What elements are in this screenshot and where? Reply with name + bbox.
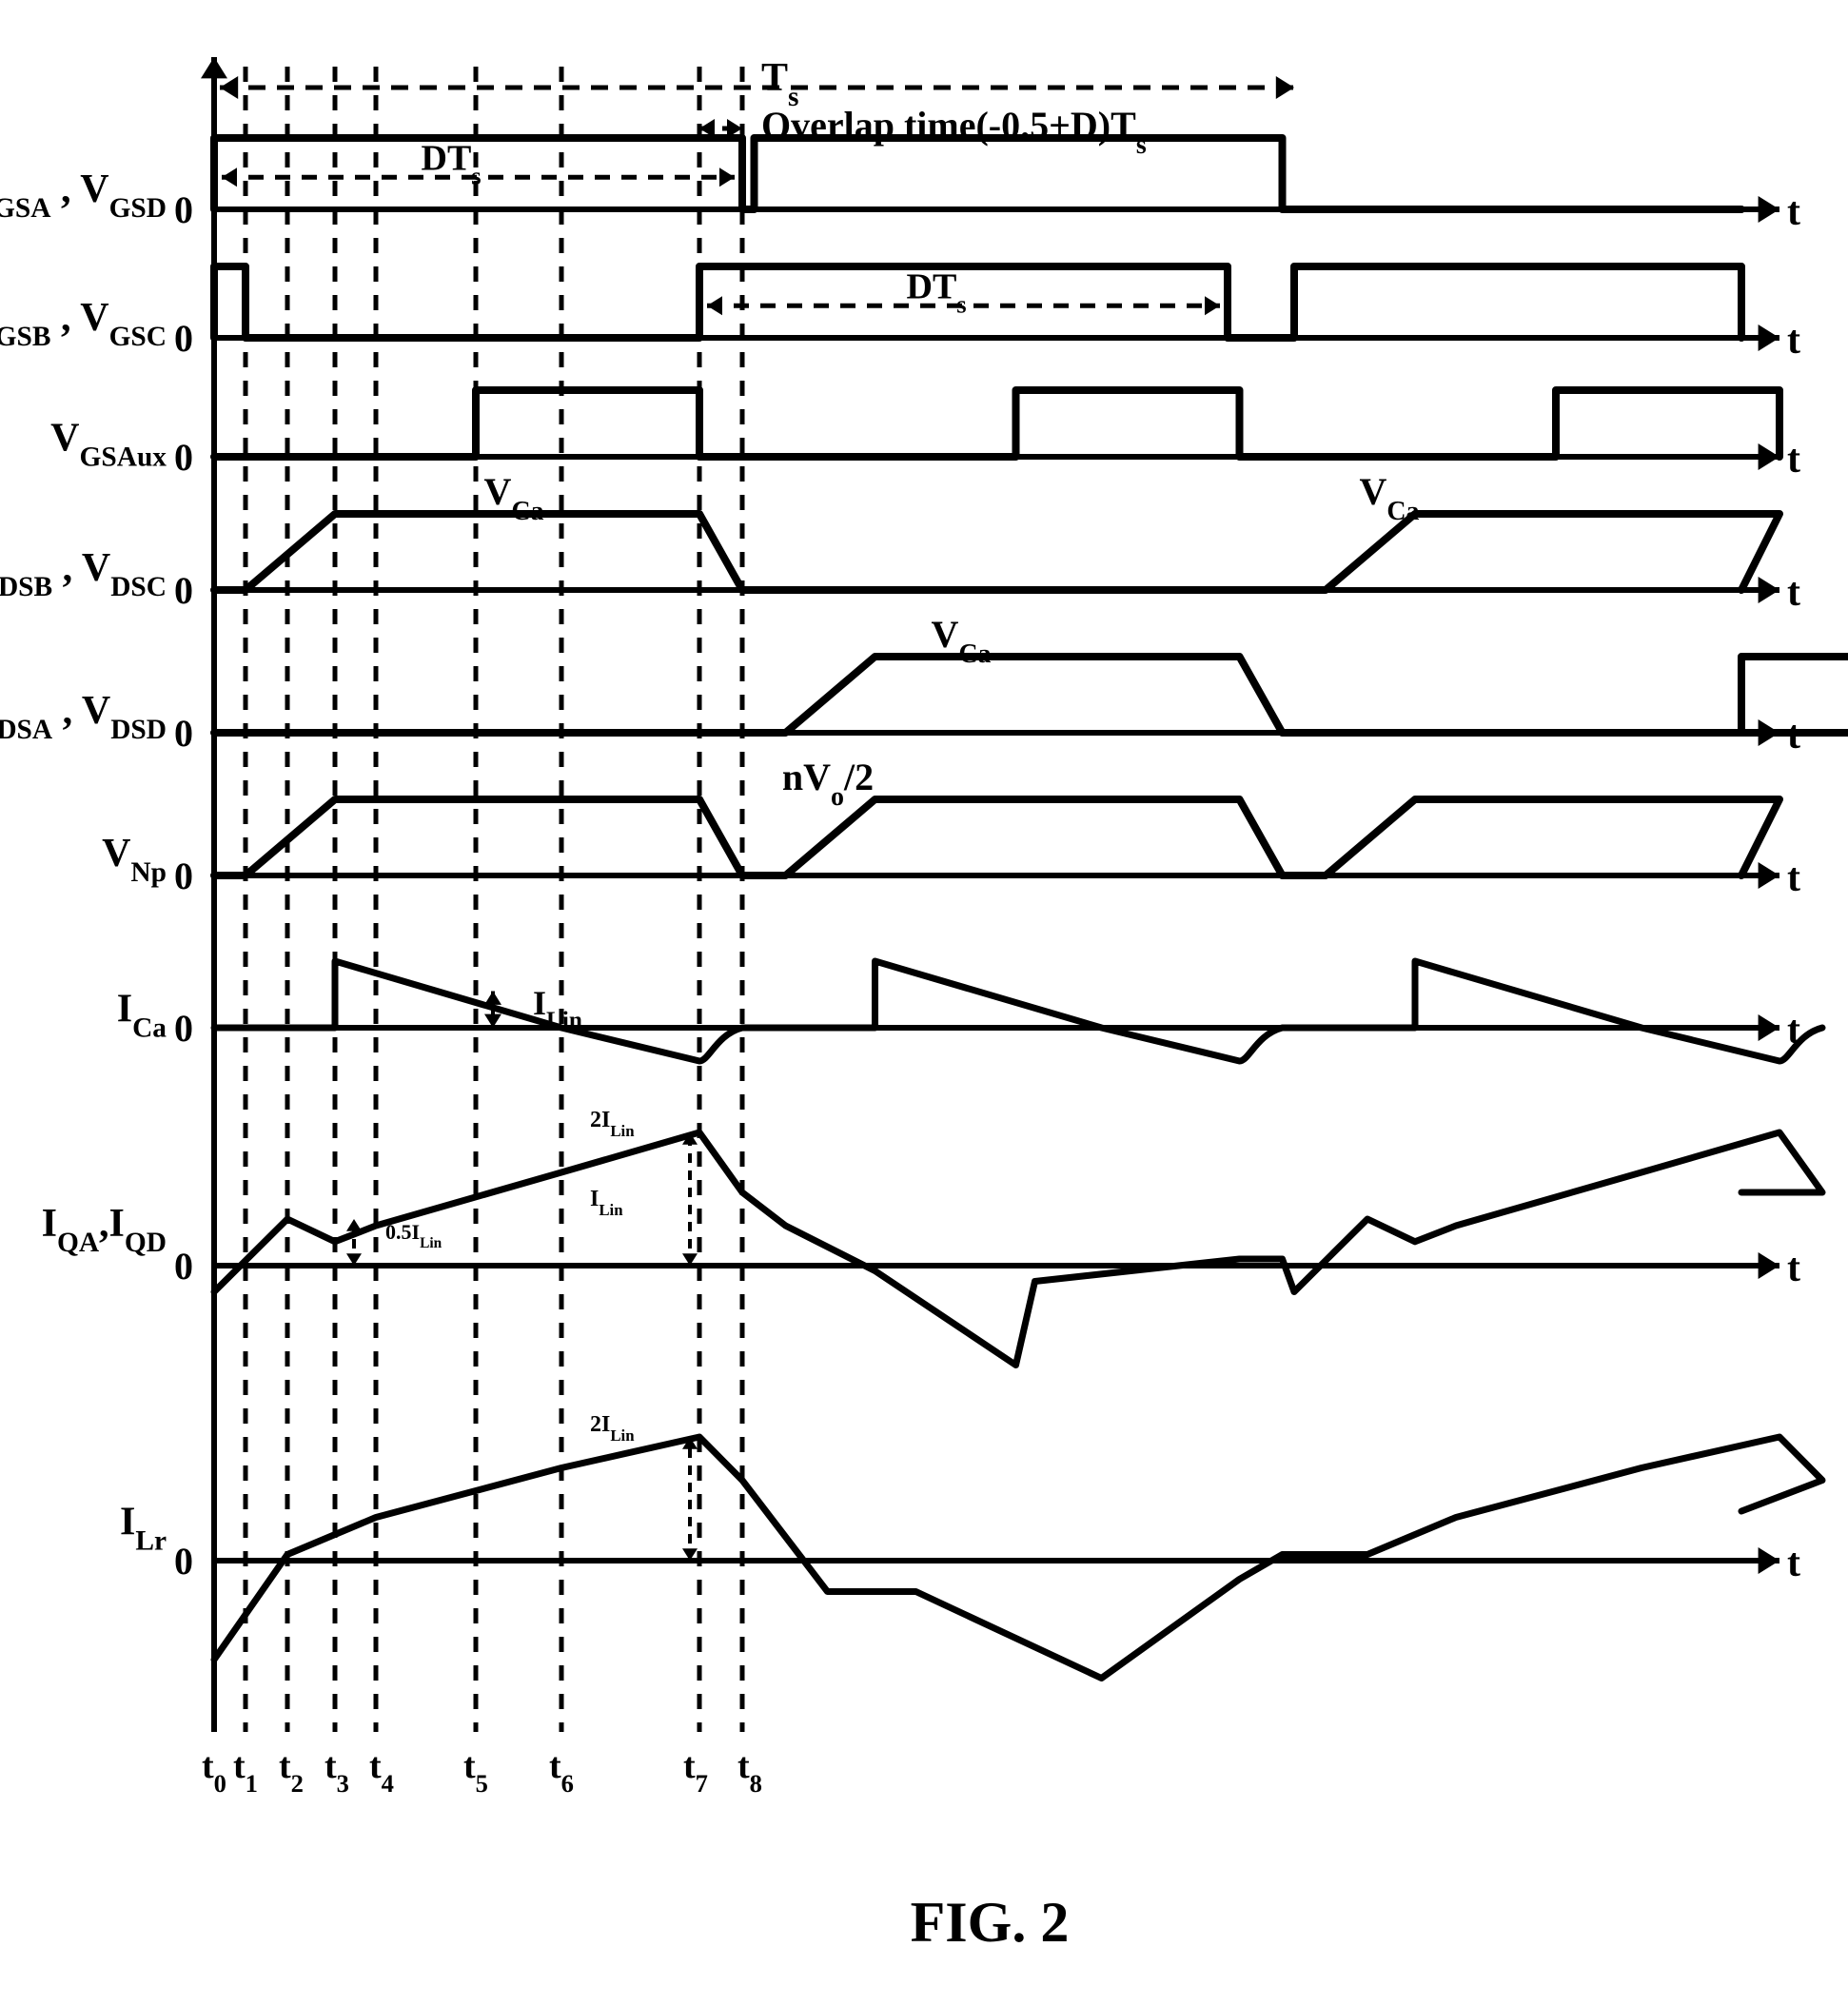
row6-t: t	[1787, 856, 1800, 900]
ilin-a: ILin	[590, 1187, 623, 1219]
vgsaux-wave	[214, 390, 1779, 457]
row6-label: VNp	[102, 832, 167, 888]
row3-label: VGSAux	[50, 417, 167, 473]
time-mark-t4: t4	[369, 1746, 394, 1798]
row2-t: t	[1787, 319, 1800, 363]
row9-zero: 0	[174, 1540, 193, 1583]
dts2-label: DTs	[907, 266, 967, 318]
row4-label: VDSB , VDSC	[0, 546, 167, 602]
row5-zero: 0	[174, 712, 193, 755]
row8-zero: 0	[174, 1245, 193, 1288]
2ilin-a: 2ILin	[590, 1108, 635, 1140]
overlap-label: Overlap time(-0.5+D)Ts	[761, 104, 1147, 160]
2ilin-b: 2ILin	[590, 1412, 635, 1445]
time-mark-t3: t3	[324, 1746, 349, 1798]
row2-zero: 0	[174, 317, 193, 360]
row7-zero: 0	[174, 1007, 193, 1050]
row6-zero: 0	[174, 855, 193, 897]
iqa-wave	[214, 1132, 1822, 1366]
row9-label: ILr	[120, 1501, 167, 1557]
row9-t: t	[1787, 1542, 1800, 1585]
vnp-wave	[214, 799, 1779, 875]
row3-t: t	[1787, 438, 1800, 482]
time-mark-t0: t0	[202, 1746, 226, 1798]
05ilin: 0.5ILin	[385, 1220, 442, 1251]
ica-wave	[214, 961, 1822, 1061]
time-mark-t8: t8	[737, 1746, 762, 1798]
ilr-wave	[214, 1437, 1822, 1679]
row1-t: t	[1787, 190, 1800, 234]
row4-zero: 0	[174, 569, 193, 612]
row2-label: VGSB , VGSC	[0, 296, 167, 352]
row3-zero: 0	[174, 436, 193, 479]
time-mark-t2: t2	[279, 1746, 304, 1798]
row5-label: VDSA , VDSD	[0, 689, 167, 745]
dts1-label: DTs	[422, 138, 482, 189]
time-mark-t6: t6	[549, 1746, 574, 1798]
time-mark-t7: t7	[683, 1746, 708, 1798]
row8-label: IQA,IQD	[42, 1202, 167, 1258]
row4-t: t	[1787, 571, 1800, 615]
figure-label: FIG. 2	[911, 1891, 1070, 1954]
time-mark-t5: t5	[463, 1746, 488, 1798]
vdsb-wave	[214, 514, 1779, 590]
row1-label: VGSA , VGSD	[0, 167, 167, 224]
vdsa-wave	[214, 657, 1848, 733]
row8-t: t	[1787, 1247, 1800, 1290]
row1-zero: 0	[174, 188, 193, 231]
vgsb-wave	[214, 266, 1741, 338]
time-mark-t1: t1	[233, 1746, 258, 1798]
vca-label-1b: VCa	[1359, 470, 1419, 526]
row7-label: ICa	[117, 988, 167, 1044]
nvo2-label: nVo/2	[782, 756, 874, 812]
